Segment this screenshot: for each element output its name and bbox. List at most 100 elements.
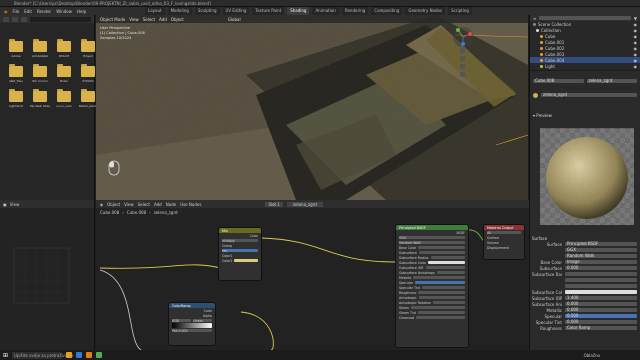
windows-start-icon[interactable]: ⊞ <box>3 352 8 359</box>
folder-item[interactable]: AdobeWeb <box>30 39 50 58</box>
preview-section-header[interactable]: ▾ Preview <box>530 112 640 118</box>
visibility-icon[interactable]: ◉ <box>634 22 638 27</box>
ramp-position-field[interactable]: Pos 0.000 <box>169 328 215 333</box>
tab-modeling[interactable]: Modeling <box>167 7 192 15</box>
mix-node[interactable]: Mix Color Multiply Clamp Fac Color1 Colo… <box>219 228 261 280</box>
outliner-type-icon[interactable]: ≡ <box>533 16 536 21</box>
surface-shader-dropdown[interactable]: Principled BSDF <box>565 242 637 246</box>
breadcrumb-material[interactable]: zelena_zgrd <box>154 210 178 215</box>
folder-item[interactable]: eRZ_files <box>6 64 26 83</box>
filter-icon[interactable]: ▼ <box>634 16 637 21</box>
node-menu-node[interactable]: Node <box>166 202 176 207</box>
viewport-menu-select[interactable]: Select <box>143 17 155 22</box>
visibility-icon[interactable]: ◉ <box>634 64 638 69</box>
view-menu[interactable]: View <box>10 202 20 207</box>
blender-taskbar-icon[interactable] <box>86 352 93 358</box>
property-value-field[interactable] <box>565 284 637 288</box>
node-material-field[interactable]: zelena_zgrd <box>286 201 323 207</box>
folder-item[interactable]: Edged <box>78 39 98 58</box>
visibility-icon[interactable]: ◉ <box>634 40 638 45</box>
folder-item[interactable]: My Web Sites <box>30 89 50 108</box>
use-nodes-toggle[interactable]: Use Nodes <box>180 202 201 207</box>
material-datablock-field[interactable]: zelena_zgrd <box>541 93 637 97</box>
tab-uv-editing[interactable]: UV Editing <box>222 7 250 15</box>
menu-window[interactable]: Window <box>56 9 72 14</box>
outliner-item[interactable]: Light ◉ <box>530 63 640 69</box>
menu-help[interactable]: Help <box>77 9 86 14</box>
ramp-gradient-bar[interactable] <box>169 323 215 328</box>
folder-item[interactable]: STUDIO <box>78 64 98 83</box>
tab-compositing[interactable]: Compositing <box>371 7 403 15</box>
property-value-field[interactable]: 0.000 <box>565 320 637 324</box>
visibility-icon[interactable]: ◉ <box>634 46 638 51</box>
forward-button[interactable] <box>12 16 18 22</box>
tab-rendering[interactable]: Rendering <box>341 7 369 15</box>
visibility-icon[interactable]: ◉ <box>634 58 638 63</box>
grid-icon[interactable] <box>460 72 465 77</box>
property-value-field[interactable] <box>565 290 637 294</box>
uv-grid-canvas[interactable] <box>0 208 95 350</box>
outliner-search-input[interactable] <box>539 16 631 20</box>
tab-animation[interactable]: Animation <box>312 7 339 15</box>
property-value-field[interactable] <box>565 272 637 276</box>
editor-type-icon[interactable]: ▣ <box>3 202 7 207</box>
parent-dir-button[interactable] <box>21 16 27 22</box>
tab-sculpting[interactable]: Sculpting <box>194 7 220 15</box>
node-menu-add[interactable]: Add <box>154 202 162 207</box>
taskbar-search-input[interactable]: Upišite ovdje za pretraživanje <box>12 351 73 359</box>
node-menu-object[interactable]: Object <box>107 202 120 207</box>
property-value-field[interactable]: 1.400 <box>565 296 637 300</box>
path-field[interactable] <box>30 16 91 22</box>
blender-logo-icon[interactable]: ◉ <box>4 9 8 14</box>
property-value-field[interactable]: Random Walk <box>565 254 637 258</box>
transform-orientation-dropdown[interactable]: Global <box>228 17 241 22</box>
edge-browser-icon[interactable] <box>76 352 83 358</box>
folder-item[interactable]: Paketi_plecit <box>78 89 98 108</box>
property-value-field[interactable]: GGX <box>565 248 637 252</box>
viewport-menu-view[interactable]: View <box>129 17 139 22</box>
principled-bsdf-node[interactable]: Principled BSDF BSDF GGX Random Walk Base C… <box>396 225 468 347</box>
folder-item[interactable]: Adobe <box>6 39 26 58</box>
tab-layout[interactable]: Layout <box>145 7 165 15</box>
tab-shading[interactable]: Shading <box>287 7 310 15</box>
folder-item[interactable]: IKC Comm <box>30 64 50 83</box>
folder-item[interactable]: DOLCE <box>54 39 74 58</box>
menu-file[interactable]: File <box>13 9 20 14</box>
camera-icon[interactable] <box>460 64 465 69</box>
visibility-icon[interactable]: ◉ <box>634 28 638 33</box>
material-name-field[interactable]: zelena_zgrd <box>586 79 637 83</box>
color-ramp-node[interactable]: ColorRamp Color Alpha RGB Linear Pos 0.00… <box>169 303 215 345</box>
object-name-field[interactable]: Cube.008 <box>533 79 584 83</box>
slot-dropdown[interactable]: Slot 1 <box>265 201 283 207</box>
folder-item[interactable]: novo_nam <box>54 89 74 108</box>
back-button[interactable] <box>3 16 9 22</box>
folder-item[interactable]: Lightshot <box>6 89 26 108</box>
property-value-field[interactable]: 0.500 <box>565 314 637 318</box>
property-value-field[interactable]: 0.000 <box>565 302 637 306</box>
pan-hand-icon[interactable] <box>460 56 465 61</box>
tab-scripting[interactable]: Scripting <box>448 7 472 15</box>
property-value-field[interactable]: Color Ramp <box>565 326 637 330</box>
property-value-field[interactable] <box>565 278 637 282</box>
app-taskbar-icon[interactable] <box>96 352 103 358</box>
tab-texture-paint[interactable]: Texture Paint <box>252 7 285 15</box>
tab-geometry-nodes[interactable]: Geometry Nodes <box>405 7 446 15</box>
property-value-field[interactable]: Image <box>565 260 637 264</box>
visibility-icon[interactable]: ◉ <box>634 52 638 57</box>
navigation-gizmo-icon[interactable] <box>452 26 474 48</box>
breadcrumb-mesh[interactable]: Cube.008 <box>127 210 146 215</box>
material-output-node[interactable]: Material Output All Surface Volume Displ… <box>484 225 524 259</box>
visibility-icon[interactable]: ◉ <box>634 34 638 39</box>
breadcrumb-object[interactable]: Cube.008 <box>100 210 119 215</box>
node-menu-view[interactable]: View <box>124 202 134 207</box>
property-value-field[interactable]: 0.000 <box>565 266 637 270</box>
node-menu-select[interactable]: Select <box>138 202 150 207</box>
file-explorer-icon[interactable] <box>66 352 73 358</box>
node-editor-type-icon[interactable]: ◈ <box>100 202 103 207</box>
menu-render[interactable]: Render <box>37 9 51 14</box>
viewport-menu-object[interactable]: Object <box>171 17 184 22</box>
menu-edit[interactable]: Edit <box>24 9 32 14</box>
object-mode-dropdown[interactable]: Object Mode <box>100 17 125 22</box>
folder-item[interactable]: Rider <box>54 64 74 83</box>
bsdf-socket-row[interactable]: Clearcoat <box>396 315 468 320</box>
